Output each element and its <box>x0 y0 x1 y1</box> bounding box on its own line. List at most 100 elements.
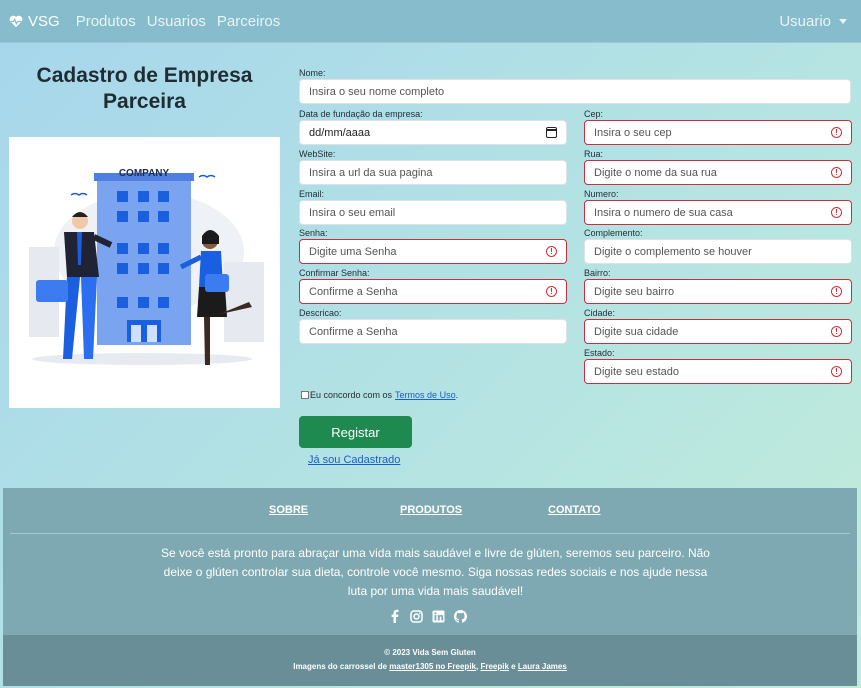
footer-links: SOBRE PRODUTOS CONTATO <box>3 504 857 518</box>
complemento-field-group: Complemento: Digite o complemento se hou… <box>584 227 852 264</box>
website-input[interactable]: Insira a url da sua pagina <box>299 160 567 185</box>
numero-label: Numero: <box>584 189 619 199</box>
credits-and: e <box>511 662 516 671</box>
register-button[interactable]: Registar <box>299 416 412 448</box>
numero-input[interactable]: Insira o numero de sua casa ! <box>584 200 852 225</box>
numero-field-group: Numero: Insira o numero de sua casa ! <box>584 188 852 225</box>
invalid-alert-icon: ! <box>831 286 842 297</box>
nome-placeholder: Insira o seu nome completo <box>309 85 445 98</box>
invalid-alert-icon: ! <box>831 207 842 218</box>
navbar: VSG Produtos Usuarios Parceiros Usuario <box>0 0 861 43</box>
footer-link-sobre[interactable]: SOBRE <box>269 504 308 516</box>
data-fundacao-input[interactable]: dd/mm/aaaa <box>299 120 567 145</box>
footer: SOBRE PRODUTOS CONTATO Se você está pron… <box>3 488 857 686</box>
building-sign: COMPANY <box>119 168 170 179</box>
confirmar-senha-input[interactable]: Confirme a Senha ! <box>299 279 567 304</box>
footer-text: Se você está pronto para abraçar uma vid… <box>161 546 710 598</box>
cidade-label: Cidade: <box>584 308 616 318</box>
copyright: © 2023 Vida Sem Gluten <box>384 648 476 657</box>
bairro-input[interactable]: Digite seu bairro ! <box>584 279 852 304</box>
footer-divider <box>10 533 850 534</box>
email-input[interactable]: Insira o seu email <box>299 200 567 225</box>
rua-placeholder: Digite o nome da sua rua <box>594 166 717 179</box>
confirmar-senha-placeholder: Confirme a Senha <box>309 285 398 298</box>
facebook-icon[interactable] <box>387 609 401 623</box>
website-placeholder: Insira a url da sua pagina <box>309 166 433 179</box>
cidade-field-group: Cidade: Digite sua cidade ! <box>584 307 852 344</box>
cep-field-group: Cep: Insira o seu cep ! <box>584 108 852 145</box>
nome-input[interactable]: Insira o seu nome completo <box>299 79 851 104</box>
rua-field-group: Rua: Digite o nome da sua rua ! <box>584 148 852 185</box>
complemento-placeholder: Digite o complemento se houver <box>594 245 752 258</box>
data-fundacao-field-group: Data de fundação da empresa: dd/mm/aaaa <box>299 108 567 145</box>
nav-link-parceiros[interactable]: Parceiros <box>217 13 280 30</box>
descricao-label: Descricao: <box>299 308 342 318</box>
instagram-icon[interactable] <box>409 609 423 623</box>
rua-label: Rua: <box>584 149 604 159</box>
numero-placeholder: Insira o numero de sua casa <box>594 206 733 219</box>
calendar-icon[interactable] <box>546 127 557 138</box>
bairro-label: Bairro: <box>584 268 611 278</box>
email-field-group: Email: Insira o seu email <box>299 188 567 225</box>
estado-label: Estado: <box>584 348 615 358</box>
nome-field-group: Nome: Insira o seu nome completo <box>299 67 851 104</box>
terms-prefix: Eu concordo com os <box>310 390 393 400</box>
rua-input[interactable]: Digite o nome da sua rua ! <box>584 160 852 185</box>
nome-label: Nome: <box>299 68 326 78</box>
cep-label: Cep: <box>584 109 604 119</box>
invalid-alert-icon: ! <box>831 127 842 138</box>
terms-row: Eu concordo com os Termos de Uso . <box>301 390 458 400</box>
invalid-alert-icon: ! <box>546 246 557 257</box>
cidade-placeholder: Digite sua cidade <box>594 325 679 338</box>
linkedin-icon[interactable] <box>431 609 445 623</box>
data-fundacao-value: dd/mm/aaaa <box>309 126 371 139</box>
invalid-alert-icon: ! <box>546 286 557 297</box>
github-icon[interactable] <box>453 609 467 623</box>
cep-input[interactable]: Insira o seu cep ! <box>584 120 852 145</box>
senha-input[interactable]: Digite uma Senha ! <box>299 239 567 264</box>
terms-suffix: . <box>455 390 459 400</box>
senha-placeholder: Digite uma Senha <box>309 245 397 258</box>
descricao-input[interactable]: Confirme a Senha <box>299 319 567 344</box>
descricao-placeholder: Confirme a Senha <box>309 325 398 338</box>
footer-link-produtos[interactable]: PRODUTOS <box>400 504 462 516</box>
senha-field-group: Senha: Digite uma Senha ! <box>299 227 567 264</box>
page-title: Cadastro de Empresa Parceira <box>36 64 253 113</box>
brand-name: VSG <box>28 12 60 30</box>
invalid-alert-icon: ! <box>831 366 842 377</box>
estado-field-group: Estado: Digite seu estado ! <box>584 347 852 384</box>
credit-link-freepik[interactable]: Freepik <box>480 662 508 671</box>
credit-link-master1305[interactable]: master1305 no Freepik <box>389 662 476 671</box>
nav-link-usuarios[interactable]: Usuarios <box>147 13 206 30</box>
website-field-group: WebSite: Insira a url da sua pagina <box>299 148 567 185</box>
estado-placeholder: Digite seu estado <box>594 365 679 378</box>
terms-link[interactable]: Termos de Uso <box>395 390 456 400</box>
caret-down-icon <box>839 19 847 24</box>
nav-link-produtos[interactable]: Produtos <box>76 13 136 30</box>
credit-link-laura-james[interactable]: Laura James <box>518 662 567 671</box>
login-link[interactable]: Já sou Cadastrado <box>308 454 400 466</box>
social-links <box>387 609 467 623</box>
bairro-placeholder: Digite seu bairro <box>594 285 675 298</box>
footer-bottom-bar: © 2023 Vida Sem Gluten Imagens do carros… <box>3 635 857 686</box>
descricao-field-group: Descricao: Confirme a Senha <box>299 307 567 344</box>
brand[interactable]: VSG <box>9 13 60 30</box>
senha-label: Senha: <box>299 228 328 238</box>
heart-pulse-icon <box>9 15 23 27</box>
terms-checkbox[interactable] <box>301 391 309 399</box>
confirmar-senha-field-group: Confirmar Senha: Confirme a Senha ! <box>299 267 567 304</box>
confirmar-senha-label: Confirmar Senha: <box>299 268 370 278</box>
credits-separator: , <box>476 662 479 671</box>
complemento-input[interactable]: Digite o complemento se houver <box>584 239 852 264</box>
user-dropdown[interactable]: Usuario <box>779 13 847 30</box>
invalid-alert-icon: ! <box>831 167 842 178</box>
estado-input[interactable]: Digite seu estado ! <box>584 359 852 384</box>
website-label: WebSite: <box>299 149 336 159</box>
data-fundacao-label: Data de fundação da empresa: <box>299 109 423 119</box>
image-credits: Imagens do carrossel de master1305 no Fr… <box>3 662 857 671</box>
invalid-alert-icon: ! <box>831 326 842 337</box>
bairro-field-group: Bairro: Digite seu bairro ! <box>584 267 852 304</box>
cidade-input[interactable]: Digite sua cidade ! <box>584 319 852 344</box>
footer-link-contato[interactable]: CONTATO <box>548 504 601 516</box>
company-illustration: COMPANY <box>9 137 280 408</box>
